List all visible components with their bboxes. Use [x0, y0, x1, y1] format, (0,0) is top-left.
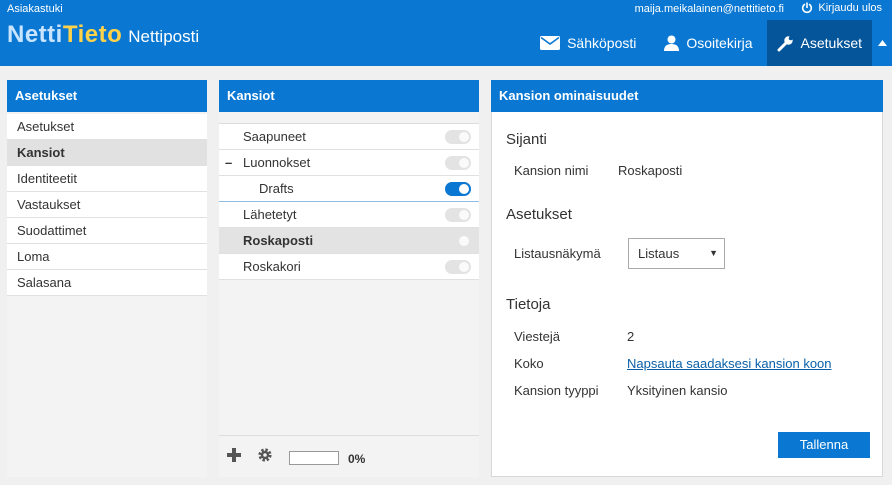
folder-name-label: Kansion nimi	[514, 163, 589, 178]
section-settings: Asetukset	[506, 206, 572, 223]
settings-item-folders[interactable]: Kansiot	[7, 140, 207, 166]
settings-panel-title: Asetukset	[7, 80, 207, 112]
messages-label: Viestejä	[514, 329, 561, 344]
settings-item-vacation[interactable]: Loma	[7, 244, 207, 270]
quota-bar	[289, 451, 339, 465]
app-header: Asiakastuki maija.meikalainen@nettitieto…	[0, 0, 892, 66]
logo-part2: Tieto	[62, 21, 123, 48]
gear-icon[interactable]	[257, 447, 273, 463]
envelope-icon	[540, 36, 561, 50]
size-link[interactable]: Napsauta saadaksesi kansion koon	[627, 356, 832, 371]
folder-name: Saapuneet	[243, 129, 306, 144]
settings-item-identities[interactable]: Identiteetit	[7, 166, 207, 192]
subscribe-toggle[interactable]	[445, 208, 471, 222]
section-location: Sijanti	[506, 131, 547, 148]
settings-item-general[interactable]: Asetukset	[7, 114, 207, 140]
folders-panel: Kansiot Saapuneet – Luonnokset Drafts Lä…	[219, 80, 479, 477]
section-info: Tietoja	[506, 296, 551, 313]
folder-row-trash[interactable]: Roskakori	[219, 254, 479, 280]
nav-addressbook-label: Osoitekirja	[686, 35, 753, 51]
save-button[interactable]: Tallenna	[778, 432, 870, 458]
folders-footer: 0%	[219, 435, 479, 477]
support-link[interactable]: Asiakastuki	[7, 3, 63, 15]
messages-value: 2	[627, 329, 635, 344]
folder-row-drafts-parent[interactable]: – Luonnokset	[219, 150, 479, 176]
main-nav: Sähköposti Osoitekirja Asetukset	[526, 20, 892, 66]
folders-panel-title: Kansiot	[219, 80, 479, 112]
logo-part1: Netti	[7, 21, 63, 48]
folder-name: Roskaposti	[243, 233, 314, 248]
folder-name: Drafts	[259, 181, 294, 196]
collapse-icon[interactable]: –	[225, 150, 232, 176]
type-label: Kansion tyyppi	[514, 383, 599, 398]
folder-name: Roskakori	[243, 259, 301, 274]
subscribe-toggle[interactable]	[445, 130, 471, 144]
nav-settings[interactable]: Asetukset	[766, 20, 872, 66]
subscribe-toggle[interactable]	[445, 234, 471, 248]
subscribe-toggle[interactable]	[445, 260, 471, 274]
user-email: maija.meikalainen@nettitieto.fi	[634, 3, 784, 15]
quota-text: 0%	[348, 452, 366, 466]
logo[interactable]: Netti Tieto Nettiposti	[7, 21, 199, 49]
chevron-up-icon	[877, 40, 887, 46]
folder-row-inbox[interactable]: Saapuneet	[219, 124, 479, 150]
folder-name: Lähetetyt	[243, 207, 297, 222]
nav-mail[interactable]: Sähköposti	[526, 20, 650, 66]
settings-item-filters[interactable]: Suodattimet	[7, 218, 207, 244]
props-body: Sijanti Kansion nimi Roskaposti Asetukse…	[491, 112, 883, 477]
folder-row-sent[interactable]: Lähetetyt	[219, 202, 479, 228]
wrench-icon	[777, 35, 793, 51]
settings-item-responses[interactable]: Vastaukset	[7, 192, 207, 218]
view-select-value: Listaus	[638, 246, 680, 261]
logo-subtitle: Nettiposti	[128, 27, 200, 46]
view-select[interactable]: Listaus ▼	[628, 238, 725, 269]
folder-name-value: Roskaposti	[618, 163, 683, 178]
add-icon[interactable]	[227, 448, 241, 462]
subscribe-toggle[interactable]	[445, 156, 471, 170]
subscribe-toggle[interactable]	[445, 182, 471, 196]
dropdown-arrow-icon: ▼	[709, 248, 718, 258]
person-icon	[664, 35, 680, 51]
folder-row-junk[interactable]: Roskaposti	[219, 228, 479, 254]
settings-panel: Asetukset Asetukset Kansiot Identiteetit…	[7, 80, 207, 477]
nav-settings-label: Asetukset	[800, 35, 862, 51]
settings-list: Asetukset Kansiot Identiteetit Vastaukse…	[7, 114, 207, 296]
nav-addressbook[interactable]: Osoitekirja	[650, 20, 766, 66]
nav-mail-label: Sähköposti	[567, 35, 637, 51]
logout-label: Kirjaudu ulos	[818, 2, 882, 14]
folders-list: Saapuneet – Luonnokset Drafts Lähetetyt …	[219, 123, 479, 280]
props-panel-title: Kansion ominaisuudet	[491, 80, 883, 112]
folder-name: Luonnokset	[243, 155, 311, 170]
folder-properties-panel: Kansion ominaisuudet Sijanti Kansion nim…	[491, 80, 883, 477]
folder-row-drafts[interactable]: Drafts	[219, 176, 479, 202]
nav-collapse-arrow[interactable]	[872, 20, 892, 66]
size-label: Koko	[514, 356, 544, 371]
logout-button[interactable]: Kirjaudu ulos	[801, 2, 882, 14]
type-value: Yksityinen kansio	[627, 383, 728, 398]
view-label: Listausnäkymä	[514, 246, 601, 261]
settings-item-password[interactable]: Salasana	[7, 270, 207, 296]
power-icon	[802, 2, 813, 14]
